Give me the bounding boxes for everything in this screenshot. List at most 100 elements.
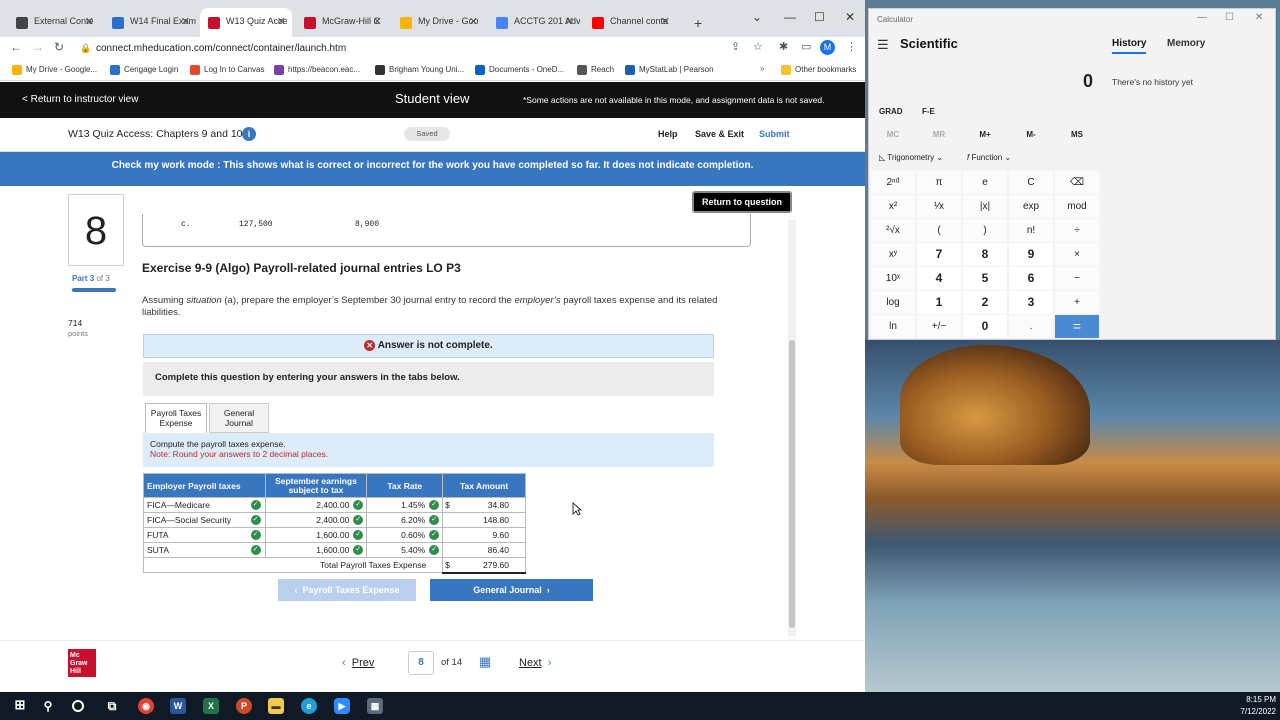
chrome-icon[interactable]: ◉ bbox=[138, 698, 154, 714]
calculator-key[interactable]: e bbox=[963, 171, 1007, 194]
cortana-icon[interactable] bbox=[72, 700, 84, 712]
calculator-key[interactable]: ) bbox=[963, 219, 1007, 242]
calculator-key[interactable]: exp bbox=[1009, 195, 1053, 218]
close-tab-icon[interactable]: ✕ bbox=[565, 15, 574, 28]
tax-name-cell[interactable]: SUTA ✓ bbox=[143, 542, 266, 558]
calculator-key[interactable]: 3 bbox=[1009, 291, 1053, 314]
edge-icon[interactable]: e bbox=[301, 698, 317, 714]
calculator-key[interactable]: ⌫ bbox=[1055, 171, 1099, 194]
tab-general-journal[interactable]: General Journal bbox=[209, 403, 269, 433]
calculator-key[interactable]: ²√x bbox=[871, 219, 915, 242]
earnings-cell[interactable]: 1,600.00 ✓ bbox=[264, 542, 368, 558]
memory-key[interactable]: M- bbox=[1009, 123, 1053, 146]
calculator-key[interactable]: − bbox=[1055, 267, 1099, 290]
close-tab-icon[interactable]: ✕ bbox=[181, 15, 190, 28]
calculator-key[interactable]: ÷ bbox=[1055, 219, 1099, 242]
close-tab-icon[interactable]: ✕ bbox=[277, 15, 286, 28]
grid-view-icon[interactable]: ▦ bbox=[479, 654, 491, 670]
scrollbar-thumb[interactable] bbox=[789, 340, 795, 628]
task-view-icon[interactable]: ⧉ bbox=[104, 698, 120, 714]
browser-tab[interactable]: External Conte ✕ bbox=[8, 8, 100, 37]
bookmark-item[interactable]: MyStatLab | Pearson bbox=[625, 65, 714, 75]
function-dropdown[interactable]: f Function ⌄ bbox=[967, 153, 1011, 162]
new-tab-icon[interactable]: + bbox=[694, 15, 702, 31]
tab-memory[interactable]: Memory bbox=[1167, 38, 1205, 49]
calculator-key[interactable]: n! bbox=[1009, 219, 1053, 242]
bookmark-item[interactable]: Log In to Canvas bbox=[190, 65, 264, 75]
earnings-cell[interactable]: 1,600.00 ✓ bbox=[264, 527, 368, 543]
tab-history[interactable]: History bbox=[1112, 38, 1147, 54]
save-exit-link[interactable]: Save & Exit bbox=[695, 129, 744, 139]
bookmark-item[interactable]: Documents - OneD... bbox=[475, 65, 564, 75]
browser-tab[interactable]: My Drive - Goo ✕ bbox=[392, 8, 484, 37]
calculator-key[interactable]: x² bbox=[871, 195, 915, 218]
next-question-button[interactable]: Next › bbox=[519, 657, 551, 669]
calculator-key[interactable]: 7 bbox=[917, 243, 961, 266]
bookmark-item[interactable]: Brigham Young Uni... bbox=[375, 65, 464, 75]
calculator-key[interactable]: π bbox=[917, 171, 961, 194]
calculator-key[interactable]: 6 bbox=[1009, 267, 1053, 290]
memory-key[interactable]: MC bbox=[871, 123, 915, 146]
calculator-key[interactable]: ( bbox=[917, 219, 961, 242]
calculator-key[interactable]: × bbox=[1055, 243, 1099, 266]
close-tab-icon[interactable]: ✕ bbox=[469, 15, 478, 28]
tax-name-cell[interactable]: FICA—Social Security ✓ bbox=[143, 512, 266, 528]
calculator-key[interactable]: +/− bbox=[917, 315, 961, 338]
forward-icon[interactable]: → bbox=[32, 40, 44, 54]
extensions-icon[interactable]: ✱ bbox=[779, 40, 788, 53]
tax-name-cell[interactable]: FICA—Medicare ✓ bbox=[143, 497, 266, 513]
browser-tab[interactable]: W13 Quiz Acce ✕ bbox=[200, 8, 292, 37]
calculator-taskbar-icon[interactable]: ▦ bbox=[367, 698, 383, 714]
calculator-key[interactable]: 9 bbox=[1009, 243, 1053, 266]
word-icon[interactable]: W bbox=[170, 698, 186, 714]
submit-link[interactable]: Submit bbox=[759, 129, 790, 139]
calculator-key[interactable]: . bbox=[1009, 315, 1053, 338]
calculator-key[interactable]: 10ˣ bbox=[871, 267, 915, 290]
reload-icon[interactable]: ↻ bbox=[54, 40, 64, 54]
calculator-key[interactable]: 4 bbox=[917, 267, 961, 290]
search-icon[interactable]: ⚲ bbox=[40, 698, 56, 714]
rate-cell[interactable]: 1.45% ✓ bbox=[366, 497, 444, 513]
calc-close-icon[interactable]: ✕ bbox=[1255, 12, 1263, 23]
calculator-key[interactable]: ln bbox=[871, 315, 915, 338]
calculator-key[interactable]: 0 bbox=[963, 315, 1007, 338]
help-link[interactable]: Help bbox=[658, 129, 678, 139]
share-icon[interactable]: ⇪ bbox=[731, 40, 740, 53]
bookmark-item[interactable]: Reach bbox=[577, 65, 614, 75]
excel-icon[interactable]: X bbox=[203, 698, 219, 714]
powerpoint-icon[interactable]: P bbox=[236, 698, 252, 714]
star-icon[interactable]: ☆ bbox=[753, 40, 763, 53]
earnings-cell[interactable]: 2,400.00 ✓ bbox=[264, 512, 368, 528]
memory-key[interactable]: MS bbox=[1055, 123, 1099, 146]
scrollbar-track[interactable] bbox=[788, 220, 796, 636]
calculator-key[interactable]: 8 bbox=[963, 243, 1007, 266]
memory-key[interactable]: MR bbox=[917, 123, 961, 146]
url-input[interactable]: 🔒 connect.mheducation.com/connect/contai… bbox=[72, 40, 732, 57]
calculator-key[interactable]: 2ⁿᵈ bbox=[871, 171, 915, 194]
back-icon[interactable]: ← bbox=[10, 40, 22, 54]
calculator-key[interactable]: C bbox=[1009, 171, 1053, 194]
trigonometry-dropdown[interactable]: ◺ Trigonometry ⌄ bbox=[879, 153, 943, 162]
browser-tab[interactable]: ACCTG 201 Adv ✕ bbox=[488, 8, 580, 37]
browser-tab[interactable]: Channel conte ✕ bbox=[584, 8, 676, 37]
next-tab-button[interactable]: General Journal › bbox=[430, 579, 593, 601]
windows-start-icon[interactable]: ⊞ bbox=[12, 698, 28, 714]
tax-name-cell[interactable]: FUTA ✓ bbox=[143, 527, 266, 543]
rate-cell[interactable]: 5.40% ✓ bbox=[366, 542, 444, 558]
maximize-icon[interactable]: ☐ bbox=[814, 10, 825, 24]
close-tab-icon[interactable]: ✕ bbox=[373, 15, 382, 28]
calculator-key[interactable]: + bbox=[1055, 291, 1099, 314]
calculator-key[interactable]: mod bbox=[1055, 195, 1099, 218]
zoom-icon[interactable]: ▶ bbox=[334, 698, 350, 714]
info-icon[interactable]: i bbox=[242, 127, 256, 141]
calc-minimize-icon[interactable]: — bbox=[1197, 12, 1207, 23]
memory-key[interactable]: M+ bbox=[963, 123, 1007, 146]
bookmark-item[interactable]: My Drive - Google... bbox=[12, 65, 97, 75]
close-window-icon[interactable]: ✕ bbox=[845, 10, 855, 24]
calculator-key[interactable]: |x| bbox=[963, 195, 1007, 218]
prev-question-button[interactable]: ‹ Prev bbox=[342, 657, 374, 669]
browser-tab[interactable]: W14 Final Exam ✕ bbox=[104, 8, 196, 37]
calculator-key[interactable]: 2 bbox=[963, 291, 1007, 314]
earnings-cell[interactable]: 2,400.00 ✓ bbox=[264, 497, 368, 513]
rate-cell[interactable]: 6.20% ✓ bbox=[366, 512, 444, 528]
